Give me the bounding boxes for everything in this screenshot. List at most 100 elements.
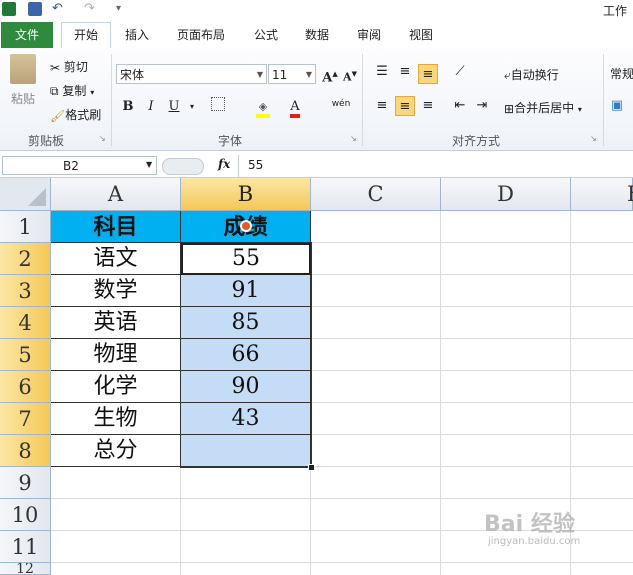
paste-button[interactable]: 粘贴 xyxy=(6,54,40,120)
divider xyxy=(238,155,239,177)
row-header[interactable]: 1 xyxy=(0,211,51,243)
row-header[interactable]: 11 xyxy=(0,531,51,563)
insert-function-button[interactable]: fx xyxy=(218,157,230,171)
row-header[interactable]: 2 xyxy=(0,243,51,275)
italic-button[interactable]: I xyxy=(141,97,161,117)
align-left-button[interactable]: ≡ xyxy=(372,96,392,116)
wrap-text-label: 自动换行 xyxy=(510,68,559,82)
increase-indent-button[interactable]: ⇥ xyxy=(472,96,492,116)
copy-icon: ⧉ xyxy=(50,84,59,98)
watermark-logo: Bai 经验 xyxy=(484,512,575,537)
column-header-b[interactable]: B xyxy=(181,178,311,211)
chevron-down-icon: ▼ xyxy=(256,70,263,79)
dialog-launcher-icon[interactable]: ↘ xyxy=(99,134,106,143)
cell-b3[interactable]: 91 xyxy=(181,275,311,307)
grow-font-button[interactable]: A▲ xyxy=(320,64,340,85)
column-header-a[interactable]: A xyxy=(51,178,181,211)
paste-label: 粘贴 xyxy=(10,92,35,106)
row-header[interactable]: 12 xyxy=(0,563,51,575)
underline-button[interactable]: U xyxy=(164,97,184,117)
cell-a3[interactable]: 数学 xyxy=(51,275,181,307)
cell-b2-active[interactable]: 55 xyxy=(181,243,311,275)
tab-view[interactable]: 视图 xyxy=(409,26,433,43)
cell-b6[interactable]: 90 xyxy=(181,371,311,403)
fill-handle[interactable] xyxy=(308,464,315,471)
tab-page-layout[interactable]: 页面布局 xyxy=(177,26,225,43)
column-header-c[interactable]: C xyxy=(311,178,441,211)
cell-a4[interactable]: 英语 xyxy=(51,307,181,339)
tab-review[interactable]: 审阅 xyxy=(357,26,381,43)
decrease-indent-button[interactable]: ⇤ xyxy=(450,96,470,116)
cell-b4[interactable]: 85 xyxy=(181,307,311,339)
row-header[interactable]: 7 xyxy=(0,403,51,435)
chevron-down-icon[interactable]: ▾ xyxy=(182,97,202,117)
font-size-value: 11 xyxy=(272,68,288,82)
cell-a1[interactable]: 科目 xyxy=(51,211,181,243)
fill-color-button[interactable]: ◈ xyxy=(253,97,273,118)
alignment-group-label: 对齐方式 xyxy=(452,134,501,148)
align-center-button[interactable]: ≡ xyxy=(395,96,415,116)
row-header[interactable]: 3 xyxy=(0,275,51,307)
font-color-button[interactable]: A xyxy=(285,97,305,118)
accounting-icon[interactable]: ▣ xyxy=(607,96,627,116)
wrap-text-button[interactable]: ⤶自动换行 xyxy=(504,66,559,83)
undo-icon[interactable]: ↶ xyxy=(52,2,64,16)
cell-a7[interactable]: 生物 xyxy=(51,403,181,435)
font-name-select[interactable]: 宋体 ▼ xyxy=(116,64,267,84)
cell-a6[interactable]: 化学 xyxy=(51,371,181,403)
font-name-value: 宋体 xyxy=(120,68,145,82)
align-top-button[interactable]: ☰ xyxy=(372,62,392,82)
dialog-launcher-icon[interactable]: ↘ xyxy=(590,134,597,143)
ribbon-tabs: 文件 开始 插入 页面布局 公式 数据 审阅 视图 xyxy=(0,20,633,49)
redo-icon[interactable]: ↷ xyxy=(84,2,96,16)
window-title: 工作 xyxy=(602,4,627,18)
font-size-select[interactable]: 11 ▼ xyxy=(268,64,316,84)
cell-a5[interactable]: 物理 xyxy=(51,339,181,371)
font-color-icon: A xyxy=(290,100,300,118)
column-header-d[interactable]: D xyxy=(441,178,571,211)
align-bottom-button[interactable]: ≡ xyxy=(418,64,438,84)
clipboard-group-label: 剪贴板 xyxy=(28,134,65,148)
cut-button[interactable]: ✂ 剪切 xyxy=(50,58,88,75)
tab-formulas[interactable]: 公式 xyxy=(254,26,278,43)
copy-button[interactable]: ⧉ 复制 ▾ xyxy=(50,82,94,99)
align-right-button[interactable]: ≡ xyxy=(418,96,438,116)
select-all-button[interactable] xyxy=(0,178,51,211)
brush-icon: 🖌 xyxy=(50,108,66,123)
number-format-select[interactable]: 常规 xyxy=(607,64,633,84)
tab-home[interactable]: 开始 xyxy=(61,22,111,49)
cell-a2[interactable]: 语文 xyxy=(51,243,181,275)
row-header[interactable]: 8 xyxy=(0,435,51,467)
row-header[interactable]: 6 xyxy=(0,371,51,403)
orientation-button[interactable]: ⟋ xyxy=(450,62,470,82)
format-painter-button[interactable]: 🖌格式刷 xyxy=(50,106,101,123)
cell-b8[interactable] xyxy=(181,435,311,467)
tab-file[interactable]: 文件 xyxy=(1,22,53,48)
shrink-font-button[interactable]: A▼ xyxy=(340,64,360,84)
phonetic-button[interactable]: wén xyxy=(328,94,354,114)
formula-bar-splitter[interactable] xyxy=(162,158,204,175)
row-header[interactable]: 5 xyxy=(0,339,51,371)
customize-qa-icon[interactable]: ▾ xyxy=(116,2,126,16)
merge-center-button[interactable]: ⊞合并后居中 ▾ xyxy=(504,99,582,116)
column-header-e[interactable]: E xyxy=(571,178,633,211)
cell-b7[interactable]: 43 xyxy=(181,403,311,435)
tab-data[interactable]: 数据 xyxy=(305,26,329,43)
borders-button[interactable] xyxy=(208,97,228,117)
row-header[interactable]: 9 xyxy=(0,467,51,499)
formula-input[interactable]: 55 xyxy=(248,158,263,172)
row-header[interactable]: 4 xyxy=(0,307,51,339)
merge-center-label: 合并后居中 xyxy=(514,101,575,115)
bold-button[interactable]: B xyxy=(118,97,138,117)
cell-a8[interactable]: 总分 xyxy=(51,435,181,467)
spreadsheet-grid: A B C D E 1 2 3 4 5 6 7 8 9 10 11 12 科目 … xyxy=(0,178,633,575)
chevron-down-icon: ▼ xyxy=(146,160,153,169)
row-header[interactable]: 10 xyxy=(0,499,51,531)
quick-access-toolbar: ↶ ↷ ▾ 工作 xyxy=(0,0,633,20)
align-middle-button[interactable]: ≡ xyxy=(395,62,415,82)
save-icon[interactable] xyxy=(28,2,42,16)
name-box[interactable]: B2 ▼ xyxy=(2,156,157,175)
cell-b5[interactable]: 66 xyxy=(181,339,311,371)
tab-insert[interactable]: 插入 xyxy=(125,26,149,43)
dialog-launcher-icon[interactable]: ↘ xyxy=(350,134,357,143)
